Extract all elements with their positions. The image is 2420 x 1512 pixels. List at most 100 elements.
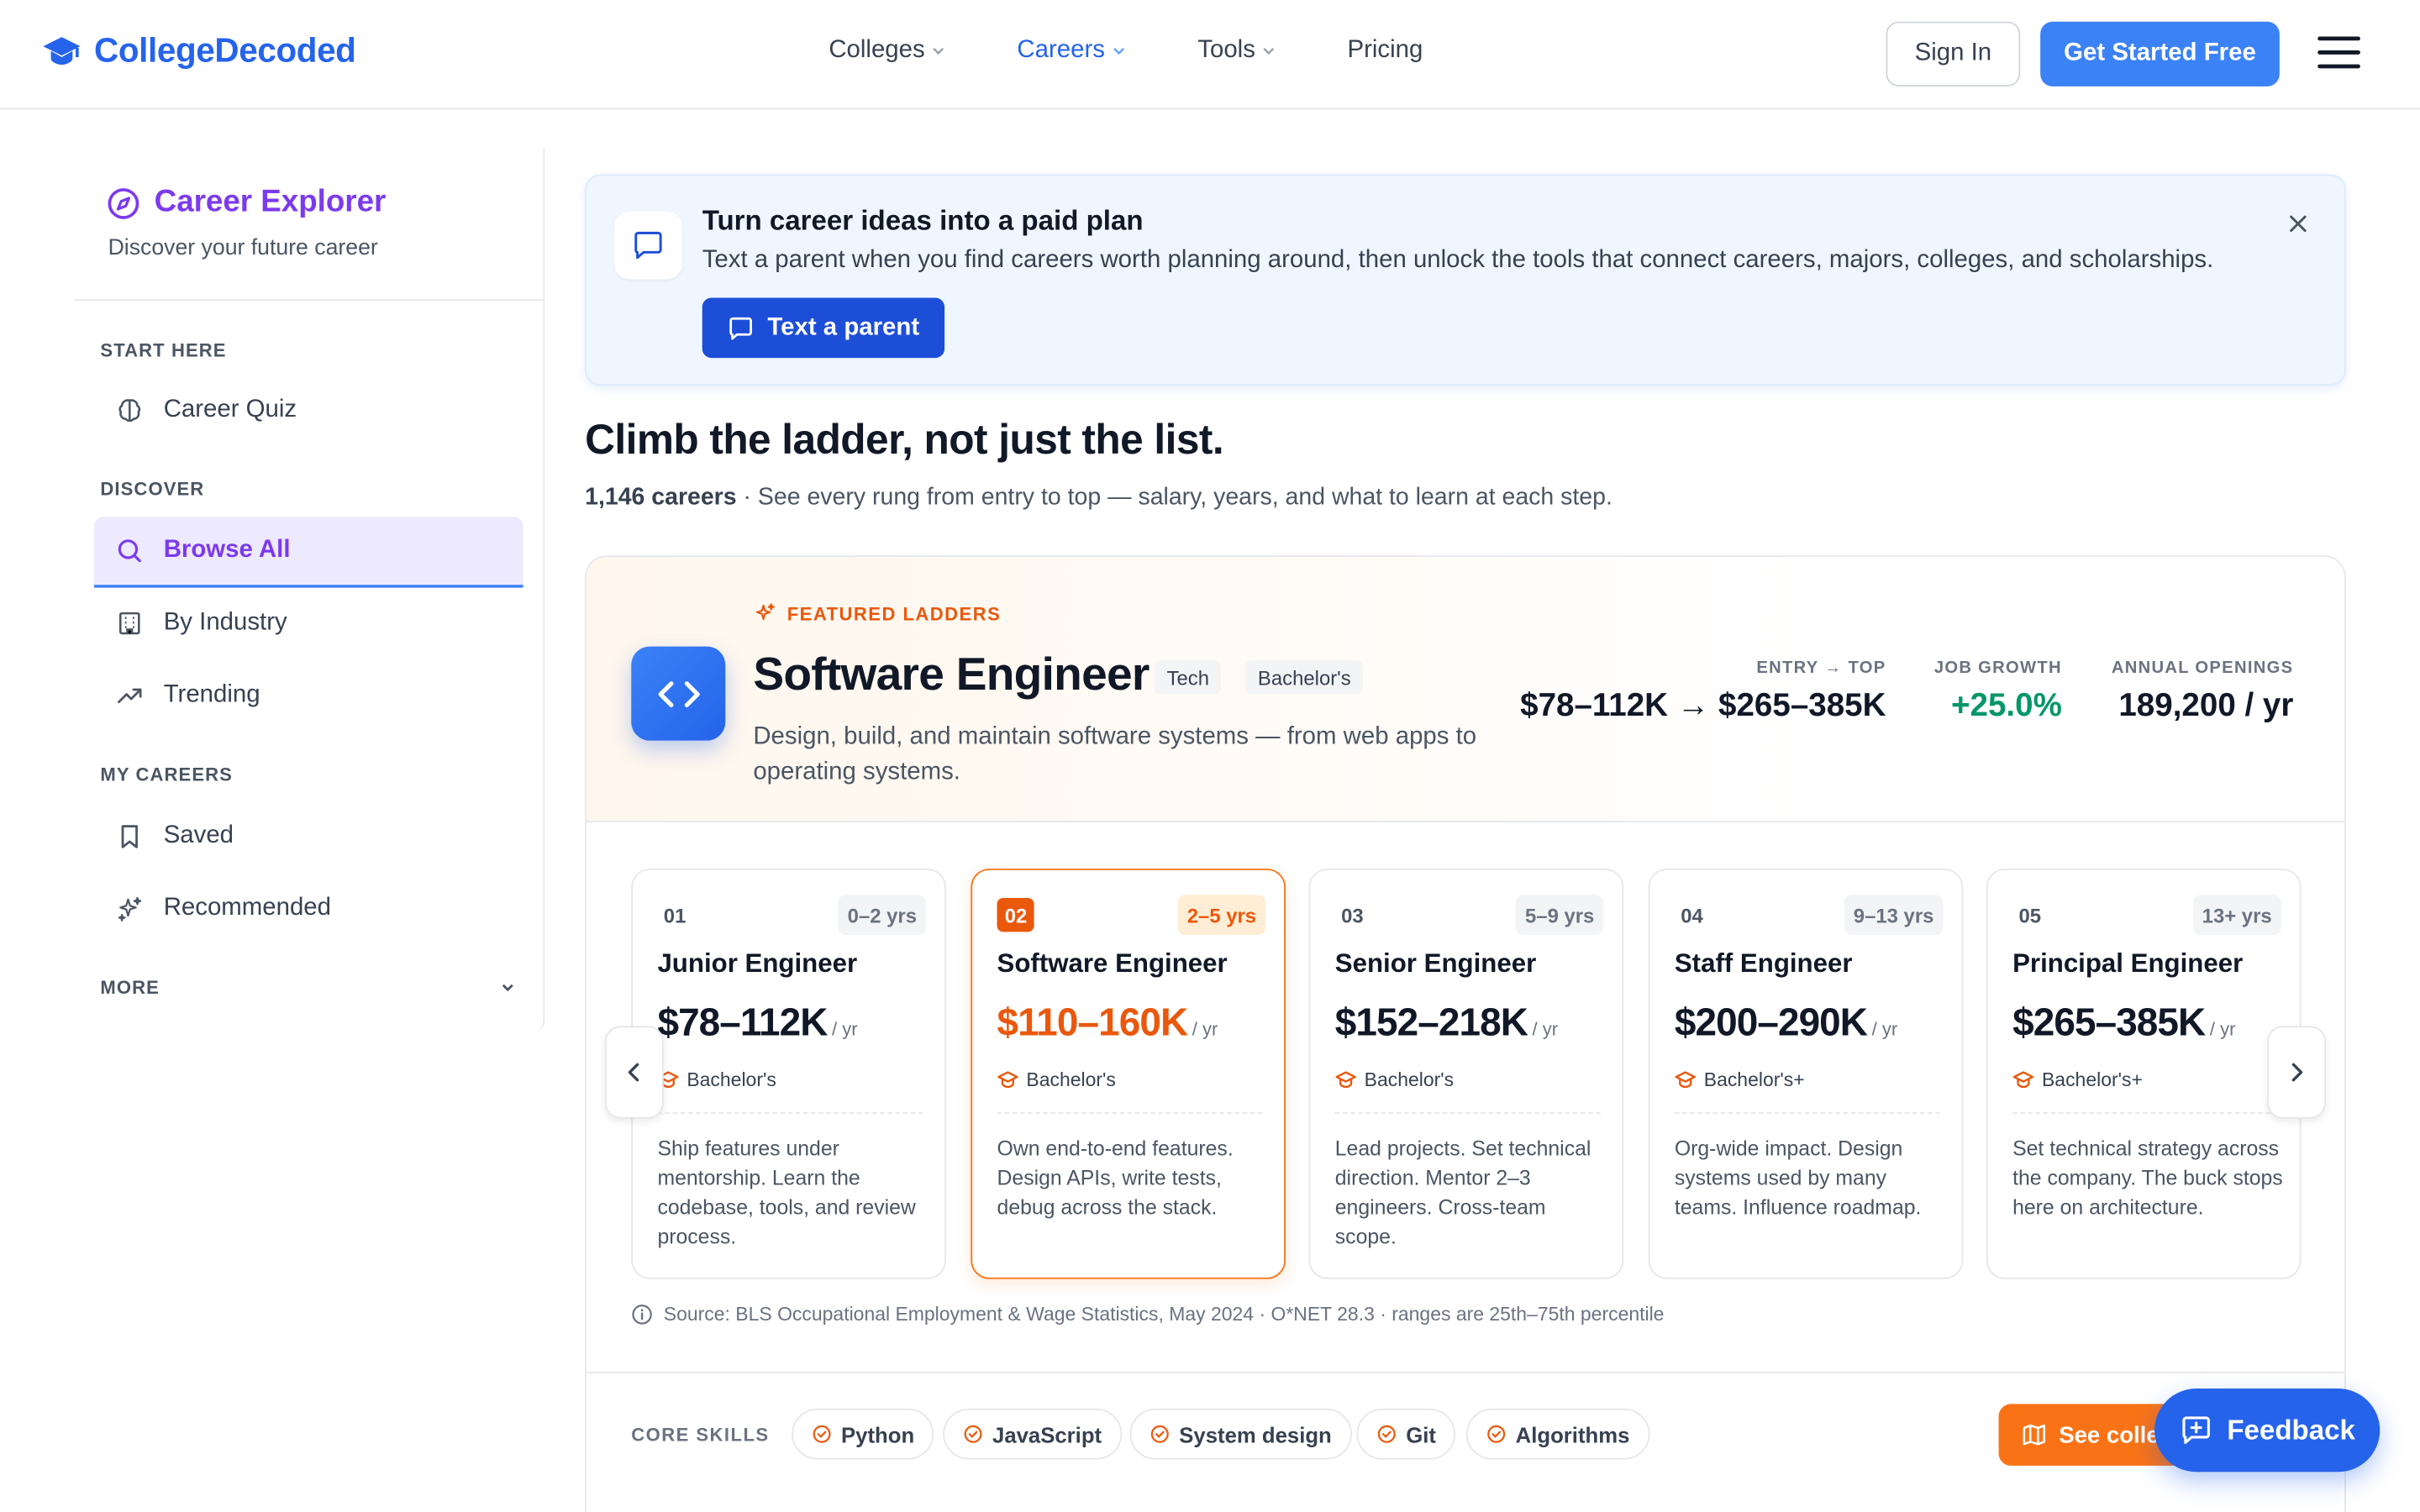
sidebar-item-label: Browse All (163, 537, 291, 564)
graduation-cap-icon (43, 37, 81, 66)
source-text: Source: BLS Occupational Employment & Wa… (663, 1304, 1665, 1326)
skill-label: System design (1179, 1421, 1332, 1446)
career-title[interactable]: Software Engineer (753, 649, 1150, 701)
sidebar-subtitle: Discover your future career (108, 236, 378, 261)
sidebar-item-recommended[interactable]: Recommended (94, 874, 523, 942)
sidebar-item-trending[interactable]: Trending (94, 662, 523, 730)
rung-salary-unit: / yr (832, 1018, 858, 1040)
rung-number: 02 (997, 897, 1035, 932)
text-parent-label: Text a parent (767, 313, 920, 340)
sparkles-icon (755, 603, 775, 621)
rung-description: Set technical strategy across the compan… (2012, 1137, 2283, 1220)
skill-chip[interactable]: System design (1129, 1408, 1352, 1460)
nav-pricing[interactable]: Pricing (1347, 37, 1423, 65)
sidebar-item-label: Saved (163, 822, 234, 849)
rung-salary-value: $265–385K (2012, 1001, 2206, 1045)
nav-colleges[interactable]: Colleges (829, 37, 946, 65)
ladder-rung[interactable]: 04 9–13 yrs Staff Engineer $200–290K / yr… (1648, 869, 1964, 1279)
rung-description: Own end-to-end features. Design APIs, wr… (997, 1137, 1234, 1220)
rung-salary: $152–218K / yr (1335, 1001, 1558, 1046)
close-icon[interactable] (2286, 212, 2310, 236)
rung-description: Lead projects. Set technical direction. … (1334, 1137, 1591, 1248)
rung-title: Software Engineer (997, 948, 1228, 979)
nav-colleges-label: Colleges (829, 37, 925, 64)
page-subtitle-text: · See every rung from entry to top — sal… (736, 484, 1612, 511)
divider (2012, 1112, 2279, 1115)
map-icon (2023, 1424, 2046, 1446)
nav-pricing-label: Pricing (1347, 37, 1423, 64)
page-subtitle: 1,146 careers · See every rung from entr… (585, 485, 1612, 512)
banner-title: Turn career ideas into a paid plan (702, 205, 1144, 237)
chevron-right-icon[interactable] (2267, 1026, 2326, 1119)
rung-salary-unit: / yr (1532, 1018, 1559, 1040)
message-icon (729, 316, 753, 339)
nav-tools[interactable]: Tools (1197, 37, 1276, 65)
section-my-careers: MY CAREERS (100, 764, 233, 785)
rung-number: 01 (663, 903, 687, 927)
core-skills-label: CORE SKILLS (631, 1424, 770, 1446)
section-more[interactable]: MORE (100, 976, 517, 999)
rung-degree: Bachelor's (657, 1069, 776, 1091)
skill-label: Python (841, 1421, 915, 1446)
ladder-rung[interactable]: 05 13+ yrs Principal Engineer $265–385K /… (1986, 869, 2302, 1279)
skill-chip[interactable]: Python (792, 1408, 935, 1460)
stat-value-openings: 189,200 / yr (2118, 688, 2294, 724)
rung-degree: Bachelor's+ (1675, 1069, 1805, 1091)
sidebar-item-by-industry[interactable]: By Industry (94, 590, 523, 658)
divider (1334, 1112, 1601, 1115)
chevron-down-icon (1113, 47, 1124, 55)
skill-chip[interactable]: JavaScript (943, 1408, 1122, 1460)
sidebar-item-career-quiz[interactable]: Career Quiz (94, 376, 523, 444)
sidebar-item-label: By Industry (163, 609, 287, 636)
graduation-cap-icon (2012, 1071, 2034, 1089)
get-started-button[interactable]: Get Started Free (2040, 21, 2280, 87)
chevron-down-icon (933, 47, 944, 55)
chevron-down-icon (1264, 47, 1275, 55)
rung-salary: $78–112K / yr (657, 1001, 857, 1046)
chevron-left-icon[interactable] (604, 1026, 664, 1119)
brand-name: CollegeDecoded (94, 30, 356, 70)
rung-degree-text: Bachelor's+ (2041, 1068, 2143, 1091)
rung-degree-text: Bachelor's (1026, 1068, 1116, 1091)
graduation-cap-icon (1335, 1071, 1356, 1089)
rung-years: 5–9 yrs (1515, 895, 1604, 936)
skill-chip[interactable]: Git (1356, 1408, 1456, 1460)
ladder-rung[interactable]: 03 5–9 yrs Senior Engineer $152–218K / yr… (1308, 869, 1624, 1279)
check-circle-icon (1377, 1425, 1396, 1443)
sidebar-item-label: Trending (163, 681, 260, 709)
rung-title: Senior Engineer (1334, 948, 1537, 979)
brand-logo[interactable]: CollegeDecoded (42, 31, 356, 71)
stat-label-openings: ANNUAL OPENINGS (2111, 659, 2294, 678)
sidebar-item-browse-all[interactable]: Browse All (94, 517, 523, 588)
chevron-down-icon (502, 984, 513, 992)
text-parent-button[interactable]: Text a parent (702, 297, 945, 359)
rung-title: Staff Engineer (1674, 948, 1853, 979)
ladder-rung[interactable]: 01 0–2 yrs Junior Engineer $78–112K / yr … (631, 869, 946, 1279)
divider (1674, 1112, 1940, 1115)
page-title: Climb the ladder, not just the list. (585, 416, 1224, 464)
sidebar: Career Explorer Discover your future car… (74, 148, 545, 1032)
featured-label: FEATURED LADDERS (753, 601, 1001, 625)
divider (74, 299, 544, 302)
sign-in-button[interactable]: Sign In (1886, 21, 2021, 87)
code-icon (631, 646, 726, 741)
section-discover: DISCOVER (100, 478, 205, 501)
feedback-button[interactable]: Feedback (2154, 1389, 2381, 1473)
nav-careers[interactable]: Careers (1017, 37, 1126, 65)
ladder-rung-active[interactable]: 02 2–5 yrs Software Engineer $110–160K / … (971, 869, 1286, 1279)
rung-years: 9–13 yrs (1844, 895, 1944, 936)
career-description: Design, build, and maintain software sys… (753, 723, 1477, 785)
section-start-here: START HERE (100, 339, 227, 361)
sidebar-item-label: Career Quiz (163, 396, 297, 423)
skill-chip[interactable]: Algorithms (1465, 1408, 1650, 1460)
rung-degree: Bachelor's (1335, 1069, 1454, 1091)
sidebar-item-saved[interactable]: Saved (94, 802, 523, 870)
menu-icon[interactable] (2317, 34, 2361, 71)
skill-label: Git (1406, 1421, 1436, 1446)
brain-icon (118, 399, 141, 422)
check-circle-icon (813, 1425, 831, 1443)
upgrade-banner: Turn career ideas into a paid plan Text … (585, 174, 2346, 386)
section-more-label: MORE (100, 976, 160, 999)
rung-description: Org-wide impact. Design systems used by … (1674, 1137, 1922, 1220)
rung-number: 05 (2018, 903, 2042, 927)
